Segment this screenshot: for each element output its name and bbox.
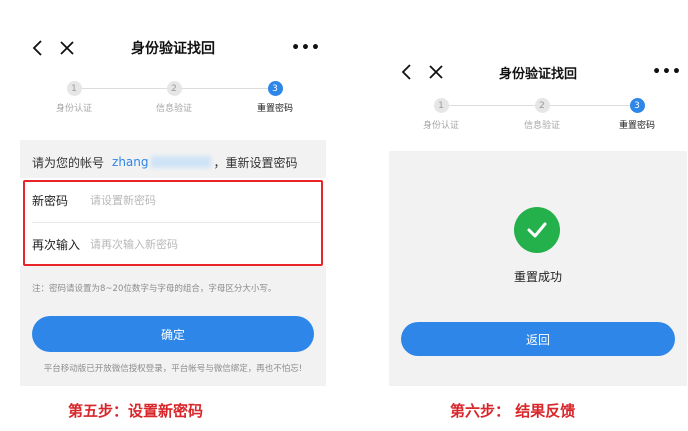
footer-tip: 平台移动版已开放微信授权登录，平台帐号与微信绑定，再也不怕忘!: [43, 364, 303, 374]
reset-password-screen: 身份验证找回 ••• 1 身份认证 2 信息验证 3 重置密码 请为您的帐号 z…: [20, 28, 326, 386]
step-1: 1 身份认证: [406, 98, 476, 131]
nav-bar: 身份验证找回 •••: [389, 55, 687, 89]
more-icon[interactable]: •••: [291, 28, 320, 68]
step-number: 2: [534, 98, 550, 113]
step-label: 重置密码: [618, 121, 655, 131]
username-mask: [150, 156, 211, 168]
caption-step-six: 第六步： 结果反馈: [450, 402, 576, 420]
success-text: 重置成功: [513, 270, 562, 284]
step-number: 3: [629, 98, 645, 113]
account-suffix: ，重新设置密码: [213, 155, 298, 170]
reset-result-screen: 身份验证找回 ••• 1 身份认证 2 信息验证 3 重置密码 重置成功 返回: [389, 55, 687, 386]
page-title: 身份验证找回: [498, 66, 577, 82]
step-number: 1: [66, 81, 82, 96]
password-rule-note: 注：密码请设置为8~20位数字与字母的组合，字母区分大小写。: [32, 284, 277, 294]
step-1: 1 身份认证: [39, 81, 109, 114]
return-button[interactable]: 返回: [401, 322, 675, 356]
nav-bar: 身份验证找回 •••: [20, 28, 326, 68]
checkmark-icon: [514, 207, 560, 253]
success-panel: 重置成功: [389, 151, 687, 305]
step-3: 3 重置密码: [602, 98, 672, 131]
step-2: 2 信息验证: [507, 98, 577, 131]
step-2: 2 信息验证: [139, 81, 209, 114]
step-label: 身份认证: [422, 121, 459, 131]
more-icon[interactable]: •••: [652, 55, 681, 89]
step-label: 信息验证: [155, 104, 192, 114]
page-title: 身份验证找回: [131, 41, 215, 57]
step-label: 信息验证: [523, 121, 560, 131]
step-indicator: 1 身份认证 2 信息验证 3 重置密码: [389, 89, 687, 151]
account-hint: 请为您的帐号 zhang ，重新设置密码: [20, 147, 326, 177]
highlight-box: [23, 180, 323, 266]
step-indicator: 1 身份认证 2 信息验证 3 重置密码: [20, 68, 326, 140]
step-label: 重置密码: [256, 104, 293, 114]
step-3: 3 重置密码: [240, 81, 310, 114]
account-prefix: 请为您的帐号: [32, 155, 105, 170]
step-number: 2: [166, 81, 182, 96]
step-number: 3: [267, 81, 283, 96]
caption-step-five: 第五步：设置新密码: [68, 402, 204, 420]
step-number: 1: [433, 98, 449, 113]
account-username: zhang: [112, 155, 149, 169]
confirm-button[interactable]: 确定: [32, 316, 314, 352]
step-label: 身份认证: [55, 104, 92, 114]
